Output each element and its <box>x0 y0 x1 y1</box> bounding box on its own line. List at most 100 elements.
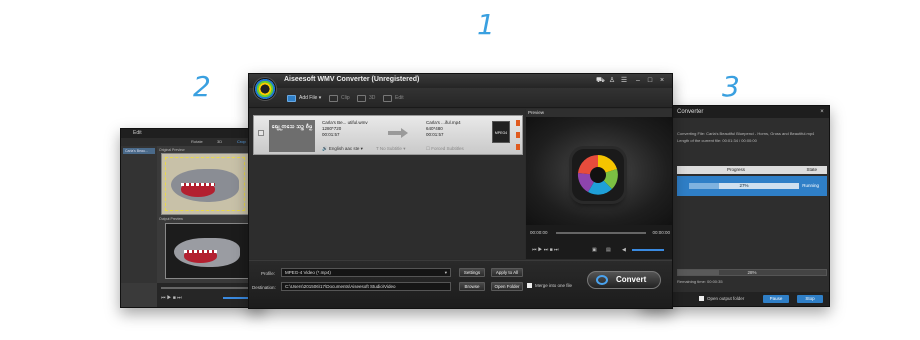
cart-icon[interactable]: ⛟ <box>596 77 605 85</box>
3d-icon <box>357 95 366 102</box>
subtitle-select[interactable]: T No Subtitle ▾ <box>376 146 405 152</box>
step-number-1: 1 <box>477 8 495 41</box>
settings-button[interactable]: Settings <box>459 268 485 277</box>
clip-button[interactable]: Clip <box>327 93 354 104</box>
task-table-header: Progress State <box>677 166 827 174</box>
file-thumbnail: ᨳᩮ᩠ᨿᩬ ᨠᩈᩮ ᩈᩣ᩠ᨠ ᨧᩥᨾᩬ <box>269 120 315 152</box>
tab-3d[interactable]: 3D <box>217 139 222 144</box>
stop-button[interactable]: Stop <box>797 295 823 303</box>
main-toolbar: Add File ▾ Clip 3D Edit <box>249 88 672 108</box>
original-preview-label: Original Preview <box>159 148 185 152</box>
edit-label: Edit <box>395 95 404 101</box>
snapshot-icon[interactable]: ▣ <box>592 247 597 253</box>
info-file: Converting File: Carla's Beautiful Bluep… <box>677 131 815 136</box>
tab-crop[interactable]: Crop <box>237 139 246 144</box>
col-progress: Progress <box>727 167 746 172</box>
preview-seek-bar[interactable] <box>556 232 646 234</box>
app-logo-icon <box>253 77 277 101</box>
col-state: State <box>806 167 817 172</box>
convert-icon <box>596 275 608 285</box>
profile-select[interactable]: MPEG-4 Video (*.mp4) ▾ <box>281 268 451 277</box>
task-progress-text: 27% <box>739 183 749 188</box>
destination-input[interactable]: C:\Users\201506\17\Documents\Aiseesoft S… <box>281 282 451 291</box>
task-row[interactable]: 27% Running <box>677 176 827 196</box>
add-file-icon <box>287 95 296 102</box>
output-format-icon[interactable]: MPEG4 <box>492 121 510 143</box>
open-output-checkbox[interactable] <box>699 296 704 301</box>
forced-subtitles-checkbox[interactable]: ☐ Forced Subtitles <box>426 146 464 152</box>
step-number-2: 2 <box>193 70 211 103</box>
audio-track-select[interactable]: 🔊 English aac ste ▾ <box>322 146 363 152</box>
profile-value: MPEG-4 Video (*.mp4) <box>285 270 331 275</box>
main-window: Aiseesoft WMV Converter (Unregistered) ⛟… <box>248 73 673 309</box>
info-length: Length of the current file: 00:01:34 / 0… <box>677 138 757 143</box>
file-list: ᨳᩮ᩠ᨿᩬ ᨠᩈᩮ ᩈᩣ᩠ᨠ ᨧᩥᨾᩬ Carla's Be... utiful… <box>249 109 525 259</box>
subtitle-value: No Subtitle <box>379 146 402 151</box>
3d-label: 3D <box>369 95 376 101</box>
edit-button[interactable]: Edit <box>381 93 408 104</box>
sidebar-item-file[interactable]: Carla's Beau... <box>123 148 155 154</box>
clip-label: Clip <box>341 95 350 101</box>
row-side-controls[interactable] <box>516 120 520 150</box>
close-icon[interactable]: × <box>819 109 825 115</box>
3d-button[interactable]: 3D <box>355 93 379 104</box>
merge-checkbox[interactable] <box>527 283 532 288</box>
tab-rotate[interactable]: Rotate <box>191 139 203 144</box>
volume-slider[interactable] <box>632 249 664 251</box>
preview-pane: Preview 00:00:00 00:00:00 ⏮ ▶ ⏭ ■ ⏭ ▣ ▤ … <box>526 109 672 259</box>
task-progress-bar: 27% <box>689 183 799 189</box>
original-preview <box>161 153 249 215</box>
overall-progress-text: 28% <box>747 270 757 275</box>
audio-track-value: English aac ste <box>328 146 360 151</box>
profile-label: Profile: <box>261 271 276 276</box>
maximize-icon[interactable]: □ <box>646 77 654 85</box>
task-state: Running <box>802 183 819 188</box>
output-duration: 00:01:57 <box>426 132 444 137</box>
preview-time-end: 00:00:00 <box>652 230 670 235</box>
output-preview <box>165 223 249 279</box>
edit-icon <box>383 95 392 102</box>
convert-button[interactable]: Convert <box>587 271 661 289</box>
convert-label: Convert <box>616 275 647 284</box>
source-duration: 00:01:57 <box>322 132 340 137</box>
output-preview-label: Output Preview <box>159 217 183 221</box>
edit-window: Edit Rotate 3D Crop Carla's Beau... Orig… <box>120 128 265 308</box>
forced-subtitles-label: Forced Subtitles <box>431 146 464 151</box>
convert-arrow-icon <box>388 128 408 138</box>
close-icon[interactable]: × <box>658 77 666 85</box>
file-row[interactable]: ᨳᩮ᩠ᨿᩬ ᨠᩈᩮ ᩈᩣ᩠ᨠ ᨧᩥᨾᩬ Carla's Be... utiful… <box>253 115 523 155</box>
output-file-info: Carla's ...iful.mp4 640*480 00:01:57 <box>426 120 461 138</box>
source-file-info: Carla's Be... utiful.wmv 1280*720 00:01:… <box>322 120 368 138</box>
app-title: Aiseesoft WMV Converter (Unregistered) <box>284 76 420 83</box>
destination-label: Destination: <box>252 285 276 290</box>
step-number-3: 3 <box>722 70 740 103</box>
open-folder-button[interactable]: Open Folder <box>491 282 523 291</box>
main-titlebar: Aiseesoft WMV Converter (Unregistered) ⛟… <box>249 74 672 88</box>
preview-logo-icon <box>572 149 624 201</box>
edit-playback-controls[interactable]: ⏮ ▶ ■ ⏭ <box>161 295 182 301</box>
crop-frame[interactable] <box>165 157 245 211</box>
conversion-info: Converting File: Carla's Beautiful Bluep… <box>677 130 814 144</box>
chevron-down-icon: ▾ <box>444 270 447 275</box>
overall-progress-bar: 28% <box>677 269 827 276</box>
apply-to-all-button[interactable]: Apply to All <box>491 268 523 277</box>
edit-seek-bar[interactable] <box>161 287 261 289</box>
folder-icon[interactable]: ▤ <box>606 247 611 253</box>
edit-tabs: Rotate 3D Crop <box>121 138 264 146</box>
scissors-icon <box>329 95 338 102</box>
open-output-label: Open output folder <box>707 296 745 301</box>
edit-sidebar: Carla's Beau... <box>121 146 157 283</box>
preview-time-start: 00:00:00 <box>530 230 548 235</box>
file-checkbox[interactable] <box>258 130 264 136</box>
add-file-button[interactable]: Add File ▾ <box>285 93 325 104</box>
preview-label: Preview <box>526 109 672 117</box>
browse-button[interactable]: Browse <box>459 282 485 291</box>
volume-icon[interactable]: ◀ <box>622 247 626 253</box>
remaining-time: Remaining time: 00:00:35 <box>677 279 723 284</box>
feedback-icon[interactable]: ☰ <box>620 77 628 85</box>
pause-button[interactable]: Pause <box>763 295 789 303</box>
minimize-icon[interactable]: – <box>634 77 642 85</box>
add-file-label: Add File <box>299 95 318 101</box>
user-icon[interactable]: ♙ <box>608 77 616 85</box>
preview-playback-controls[interactable]: ⏮ ▶ ⏭ ■ ⏭ <box>532 247 559 253</box>
